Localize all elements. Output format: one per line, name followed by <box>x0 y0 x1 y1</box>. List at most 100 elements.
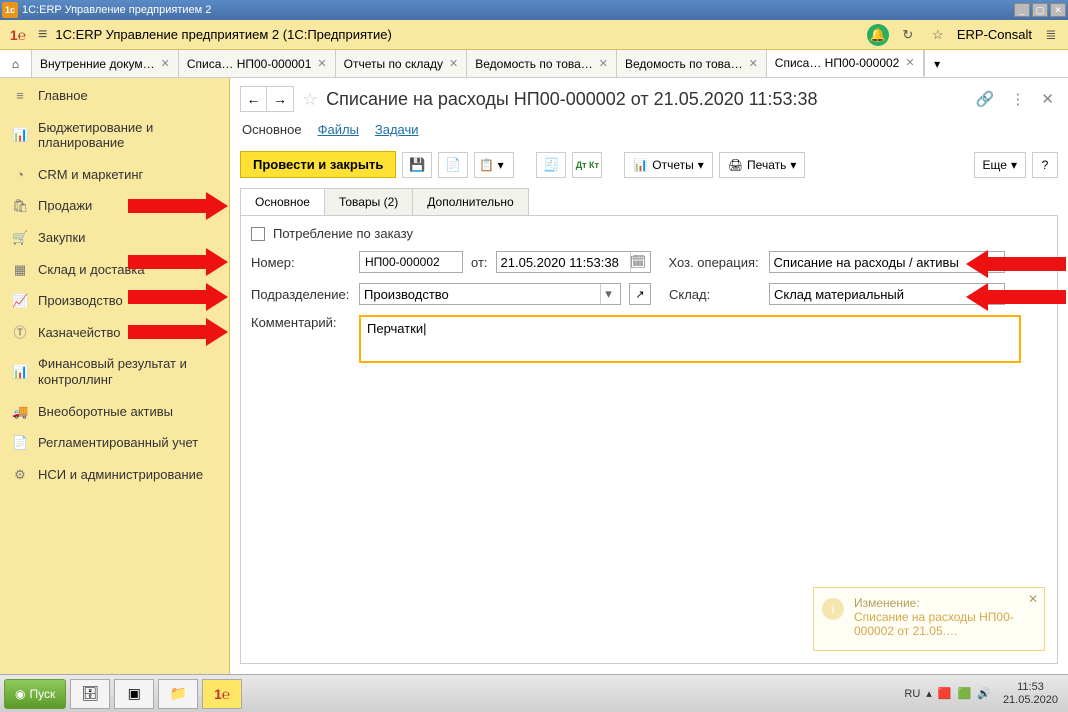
form-tab-goods[interactable]: Товары (2) <box>324 188 413 215</box>
close-window-button[interactable]: ✕ <box>1050 3 1066 17</box>
pie-icon: ◔ <box>12 167 28 183</box>
settings-bars-icon[interactable]: ≣ <box>1040 24 1062 46</box>
comment-textarea[interactable]: Перчатки <box>359 315 1021 363</box>
date-input[interactable]: 21.05.2020 11:53:38🗓 <box>496 251 651 273</box>
number-input[interactable] <box>359 251 463 273</box>
print-label-icon[interactable]: 🧾 <box>536 152 566 178</box>
close-icon[interactable]: ✕ <box>449 57 458 70</box>
consumption-by-order-checkbox[interactable] <box>251 227 265 241</box>
print-dropdown[interactable]: 🖨 Печать ▾ <box>719 152 806 178</box>
app-title: 1C:ERP Управление предприятием 2 (1С:Пре… <box>55 27 391 42</box>
taskbar-explorer[interactable]: 📁 <box>158 679 198 709</box>
open-department-button[interactable]: ↗ <box>629 283 651 305</box>
sidebar-item-fin-result[interactable]: 📊Финансовый результат и контроллинг <box>0 348 229 395</box>
sidebar-item-crm[interactable]: ◔CRM и маркетинг <box>0 159 229 191</box>
tab-4[interactable]: Ведомость по това…✕ <box>617 50 767 77</box>
tab-3[interactable]: Ведомость по това…✕ <box>467 50 617 77</box>
maximize-button[interactable]: ▢ <box>1032 3 1048 17</box>
close-icon[interactable]: ✕ <box>749 57 758 70</box>
system-clock[interactable]: 11:53 21.05.2020 <box>997 681 1064 705</box>
more-dropdown[interactable]: Еще ▾ <box>974 152 1026 178</box>
doc-section-tasks[interactable]: Задачи <box>375 122 419 137</box>
list-icon: ≡ <box>12 88 28 104</box>
info-icon: i <box>822 598 844 620</box>
minimize-button[interactable]: _ <box>1014 3 1030 17</box>
doc-section-files[interactable]: Файлы <box>318 122 359 137</box>
tray-icon-1[interactable]: 🟥 <box>938 687 952 700</box>
post-and-close-button[interactable]: Провести и закрыть <box>240 151 396 178</box>
post-icon[interactable]: 📄 <box>438 152 468 178</box>
doc-section-main[interactable]: Основное <box>242 122 302 137</box>
start-button[interactable]: ◉Пуск <box>4 679 66 709</box>
sidebar-item-regulated[interactable]: 📄Регламентированный учет <box>0 427 229 459</box>
doc-icon: 📄 <box>12 435 28 451</box>
reports-dropdown[interactable]: 📊 Отчеты ▾ <box>624 152 712 178</box>
close-icon[interactable]: ✕ <box>905 56 914 69</box>
more-vert-icon[interactable]: ⋮ <box>1006 90 1029 108</box>
tray-icon-2[interactable]: 🟩 <box>958 687 972 700</box>
document-title: Списание на расходы НП00-000002 от 21.05… <box>326 89 964 110</box>
calendar-icon[interactable]: 🗓 <box>630 252 646 272</box>
home-tab[interactable]: ⌂ <box>0 50 32 77</box>
notification-link[interactable]: Списание на расходы НП00-000002 от 21.05… <box>854 610 1022 638</box>
tab-0[interactable]: Внутренние докум…✕ <box>32 50 179 77</box>
notification-title: Изменение: <box>854 596 1022 610</box>
lang-indicator[interactable]: RU <box>904 688 920 700</box>
history-icon[interactable]: ↻ <box>897 24 919 46</box>
taskbar-app-2[interactable]: ▣ <box>114 679 154 709</box>
close-icon[interactable]: ✕ <box>317 57 326 70</box>
windows-icon: ◉ <box>15 687 25 701</box>
favorite-star-icon[interactable]: ☆ <box>302 89 318 110</box>
dk-kt-icon[interactable]: Дт Кт <box>572 152 602 178</box>
bars-icon: 📊 <box>12 364 28 380</box>
notification-close-icon[interactable]: ✕ <box>1028 592 1038 606</box>
tray-expand-icon[interactable]: ▴ <box>926 687 932 700</box>
logo-1c-icon: 1℮ <box>6 25 30 45</box>
from-label: от: <box>471 255 488 270</box>
close-icon[interactable]: ✕ <box>161 57 170 70</box>
tab-overflow-button[interactable]: ▾ <box>924 50 950 77</box>
notification-toast: i ✕ Изменение: Списание на расходы НП00-… <box>813 587 1045 651</box>
close-doc-button[interactable]: ✕ <box>1037 90 1058 108</box>
nav-sidebar: ≡Главное 📊Бюджетирование и планирование … <box>0 78 230 674</box>
sidebar-item-nsi[interactable]: ⚙НСИ и администрирование <box>0 459 229 491</box>
menu-icon[interactable]: ≡ <box>38 26 47 44</box>
tray-sound-icon[interactable]: 🔊 <box>977 687 991 700</box>
cart-icon: 🛒 <box>12 230 28 246</box>
department-select[interactable]: Производство▾ <box>359 283 621 305</box>
form-tab-main[interactable]: Основное <box>240 188 325 215</box>
taskbar-1c[interactable]: 1℮ <box>202 679 242 709</box>
favorites-star-icon[interactable]: ☆ <box>927 24 949 46</box>
chevron-down-icon[interactable]: ▾ <box>600 284 616 304</box>
tab-5[interactable]: Списа… НП00-000002✕ <box>767 50 924 77</box>
forward-button[interactable]: → <box>267 87 293 111</box>
close-icon[interactable]: ✕ <box>599 57 608 70</box>
sidebar-item-purchases[interactable]: 🛒Закупки <box>0 222 229 254</box>
chart-icon: 📊 <box>12 127 28 143</box>
os-taskbar: ◉Пуск 🗄 ▣ 📁 1℮ RU ▴ 🟥 🟩 🔊 11:53 21.05.20… <box>0 674 1068 712</box>
help-button[interactable]: ? <box>1032 152 1058 178</box>
form-tab-extra[interactable]: Дополнительно <box>412 188 528 215</box>
department-label: Подразделение: <box>251 287 351 302</box>
taskbar-app-1[interactable]: 🗄 <box>70 679 110 709</box>
save-icon[interactable]: 💾 <box>402 152 432 178</box>
truck-icon: 🚚 <box>12 404 28 420</box>
sidebar-item-main[interactable]: ≡Главное <box>0 80 229 112</box>
bell-icon[interactable]: 🔔 <box>867 24 889 46</box>
tab-2[interactable]: Отчеты по складу✕ <box>336 50 468 77</box>
coin-icon: Ⓣ <box>12 325 28 341</box>
back-button[interactable]: ← <box>241 87 267 111</box>
link-icon[interactable]: 🔗 <box>972 90 999 108</box>
operation-label: Хоз. операция: <box>669 255 761 270</box>
sidebar-item-budget[interactable]: 📊Бюджетирование и планирование <box>0 112 229 159</box>
tab-1[interactable]: Списа… НП00-000001✕ <box>179 50 336 77</box>
app-toolbar: 1℮ ≡ 1C:ERP Управление предприятием 2 (1… <box>0 20 1068 50</box>
sidebar-item-assets[interactable]: 🚚Внеоборотные активы <box>0 396 229 428</box>
bag-icon: 🛍 <box>12 198 28 214</box>
window-title: 1C:ERP Управление предприятием 2 <box>22 4 211 16</box>
consult-label: ERP-Consalt <box>957 27 1032 42</box>
app-logo-icon: 1c <box>2 2 18 18</box>
copy-dropdown[interactable]: 📋 ▾ <box>474 152 514 178</box>
warehouse-label: Склад: <box>669 287 761 302</box>
gear-icon: ⚙ <box>12 467 28 483</box>
